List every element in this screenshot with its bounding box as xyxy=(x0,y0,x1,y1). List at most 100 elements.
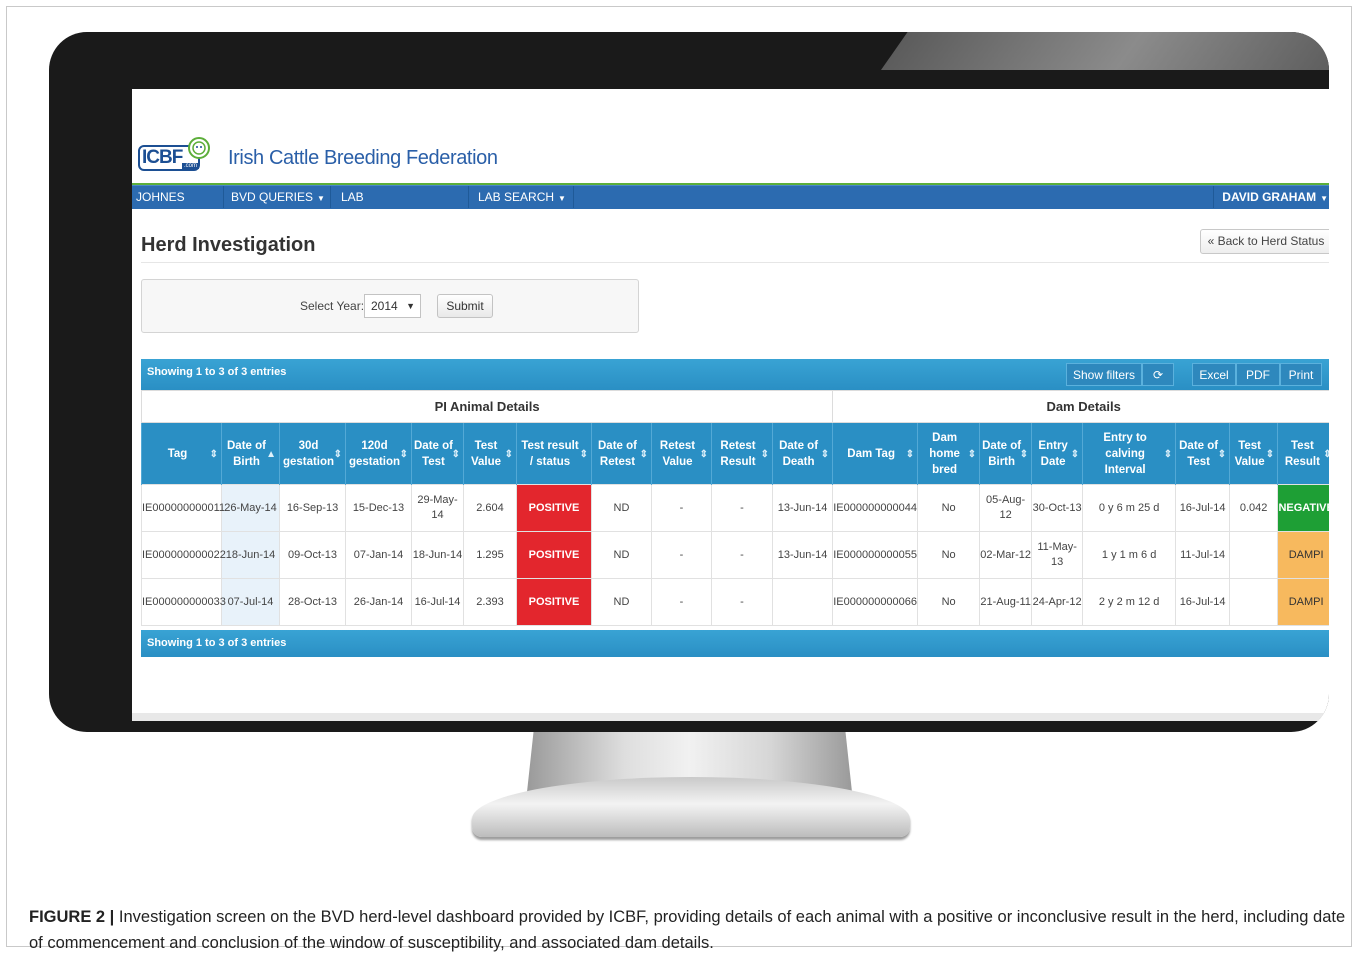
nav-bvd-queries[interactable]: BVD QUERIES ▼ xyxy=(227,186,331,208)
dam-tag-link[interactable]: IE000000000055 xyxy=(832,531,919,579)
table-cell: 16-Jul-14 xyxy=(1175,484,1231,532)
title-divider xyxy=(141,262,1329,263)
dam-tag-link[interactable]: IE000000000066 xyxy=(832,578,919,626)
sort-icon: ⇕ xyxy=(579,449,588,460)
table-cell: ND xyxy=(591,484,652,532)
table-cell: 2.604 xyxy=(463,484,517,532)
table-body: IE000000000011 26-May-14 16-Sep-13 15-Dec-1… xyxy=(141,484,1329,626)
table-cell: 26-May-14 xyxy=(221,484,280,532)
nav-lab-search[interactable]: LAB SEARCH ▼ xyxy=(474,186,574,208)
column-header[interactable]: 120d gestation ⇕ xyxy=(345,422,412,485)
column-header[interactable]: Date of Retest ⇕ xyxy=(591,422,652,485)
table-cell: 11-May-13 xyxy=(1031,531,1084,579)
column-header[interactable]: Test Result ⇕ xyxy=(1277,422,1329,485)
column-header[interactable]: Test Value ⇕ xyxy=(463,422,517,485)
table-cell: 2.393 xyxy=(463,578,517,626)
logo-com: .com xyxy=(182,163,200,169)
user-name: DAVID GRAHAM xyxy=(1222,190,1317,204)
tag-link[interactable]: IE000000000011 xyxy=(141,484,225,532)
nav-lab-turnaround[interactable]: LAB TURNAROUND ▼ xyxy=(337,186,469,226)
column-header-label: Test Value xyxy=(1234,439,1265,468)
column-header[interactable]: Date of Birth ▲ xyxy=(221,422,280,485)
show-filters-button[interactable]: Show filters xyxy=(1066,363,1142,386)
monitor-glare xyxy=(880,32,1329,70)
logo-cow-icon xyxy=(188,137,210,159)
table-cell xyxy=(1229,578,1279,626)
table-cell: 2 y 2 m 12 d xyxy=(1082,578,1177,626)
table-cell: 0 y 6 m 25 d xyxy=(1082,484,1177,532)
main-navbar: JOHNES RAMP BVD QUERIES ▼ LAB TURNAROUND ▼… xyxy=(132,185,1329,226)
column-header[interactable]: Date of Birth ⇕ xyxy=(979,422,1032,485)
figure-frame: ICBF .com Irish Cattle Breeding Federati… xyxy=(6,6,1352,952)
export-pdf-button[interactable]: PDF xyxy=(1236,363,1280,386)
table-cell: - xyxy=(651,531,712,579)
table-cell: - xyxy=(711,578,773,626)
column-header-row: Tag ⇕ Date of Birth ▲ 30d gestation ⇕ 120d ges… xyxy=(141,422,1329,485)
sort-icon: ⇕ xyxy=(1163,449,1173,460)
refresh-icon[interactable]: ⟳ xyxy=(1142,363,1174,386)
column-header-label: Date of Retest xyxy=(598,439,637,468)
column-header-label: Entry to calving Interval xyxy=(1103,431,1147,476)
table-cell: 07-Jan-14 xyxy=(345,531,412,579)
column-header[interactable]: Entry to calving Interval ⇕ xyxy=(1082,422,1176,485)
monitor-screen: ICBF .com Irish Cattle Breeding Federati… xyxy=(132,89,1329,721)
caption-text: Investigation screen on the BVD herd-lev… xyxy=(29,908,1346,952)
sort-icon: ⇕ xyxy=(905,449,915,460)
nav-label: LAB TURNAROUND xyxy=(341,190,427,226)
sort-icon: ⇕ xyxy=(1265,449,1275,460)
submit-button[interactable]: Submit xyxy=(437,294,493,318)
sort-icon: ⇕ xyxy=(333,449,342,460)
column-header-label: Date of Birth xyxy=(227,439,266,468)
back-to-herd-status-button[interactable]: « Back to Herd Status xyxy=(1200,229,1329,254)
column-header[interactable]: Retest Value ⇕ xyxy=(651,422,712,485)
caption-label: FIGURE 2 | xyxy=(29,908,115,926)
sort-icon: ⇕ xyxy=(209,449,218,460)
table-cell: 02-Mar-12 xyxy=(979,531,1033,579)
caret-down-icon: ▼ xyxy=(430,216,439,225)
table-cell: - xyxy=(711,484,773,532)
dam-tag-link[interactable]: IE000000000044 xyxy=(832,484,919,532)
year-value: 2014 xyxy=(371,299,398,313)
sort-icon: ⇕ xyxy=(504,449,513,460)
sort-icon: ⇕ xyxy=(1070,449,1080,460)
tag-link[interactable]: IE000000000022 xyxy=(141,531,226,579)
dam-details-header: Dam Details xyxy=(832,390,1329,423)
status-badge: POSITIVE xyxy=(516,484,592,532)
column-header[interactable]: 30d gestation ⇕ xyxy=(279,422,346,485)
tag-link[interactable]: IE000000000033 xyxy=(141,578,226,626)
table-cell: 18-Jun-14 xyxy=(411,531,464,579)
column-header[interactable]: Entry Date ⇕ xyxy=(1031,422,1083,485)
table-info-bar-bottom: Showing 1 to 3 of 3 entries xyxy=(141,630,1329,657)
table-cell: No xyxy=(917,578,981,626)
table-row: IE000000000033 07-Jul-14 28-Oct-13 26-Jan-1… xyxy=(141,578,1329,626)
column-header[interactable]: Date of Death ⇕ xyxy=(771,422,833,485)
column-header-label: Dam home bred xyxy=(929,431,960,476)
table-cell: ND xyxy=(591,531,652,579)
table-cell: 16-Jul-14 xyxy=(411,578,464,626)
table-cell: 1 y 1 m 6 d xyxy=(1082,531,1177,579)
print-button[interactable]: Print xyxy=(1280,363,1322,386)
sort-icon: ⇕ xyxy=(967,449,977,460)
export-excel-button[interactable]: Excel xyxy=(1192,363,1236,386)
table-cell: 29-May-14 xyxy=(411,484,464,532)
column-header[interactable]: Tag ⇕ xyxy=(141,422,222,485)
pi-animal-details-header: PI Animal Details xyxy=(140,390,834,423)
user-menu[interactable]: DAVID GRAHAM ▼ xyxy=(1213,186,1329,208)
column-header[interactable]: Test Value ⇕ xyxy=(1229,422,1278,485)
nav-johnes-ramp[interactable]: JOHNES RAMP xyxy=(132,186,224,226)
column-header[interactable]: Date of Test ⇕ xyxy=(411,422,464,485)
caret-down-icon: ▼ xyxy=(1320,194,1328,203)
column-header-label: 30d gestation xyxy=(282,439,335,468)
table-cell: 28-Oct-13 xyxy=(279,578,346,626)
table-cell: 16-Jul-14 xyxy=(1175,578,1231,626)
column-header[interactable]: Retest Result ⇕ xyxy=(711,422,773,485)
column-header[interactable]: Dam Tag ⇕ xyxy=(832,422,918,485)
column-header-label: Retest Value xyxy=(659,439,696,468)
status-badge: DAMPI xyxy=(1277,531,1329,579)
icbf-logo[interactable]: ICBF .com xyxy=(138,137,210,171)
logo-text: ICBF xyxy=(142,147,183,168)
year-select[interactable]: 2014 ▼ xyxy=(364,294,421,318)
column-header[interactable]: Test result / status ⇕ xyxy=(516,422,592,485)
column-header[interactable]: Date of Test ⇕ xyxy=(1175,422,1230,485)
column-header[interactable]: Dam home bred ⇕ xyxy=(917,422,980,485)
